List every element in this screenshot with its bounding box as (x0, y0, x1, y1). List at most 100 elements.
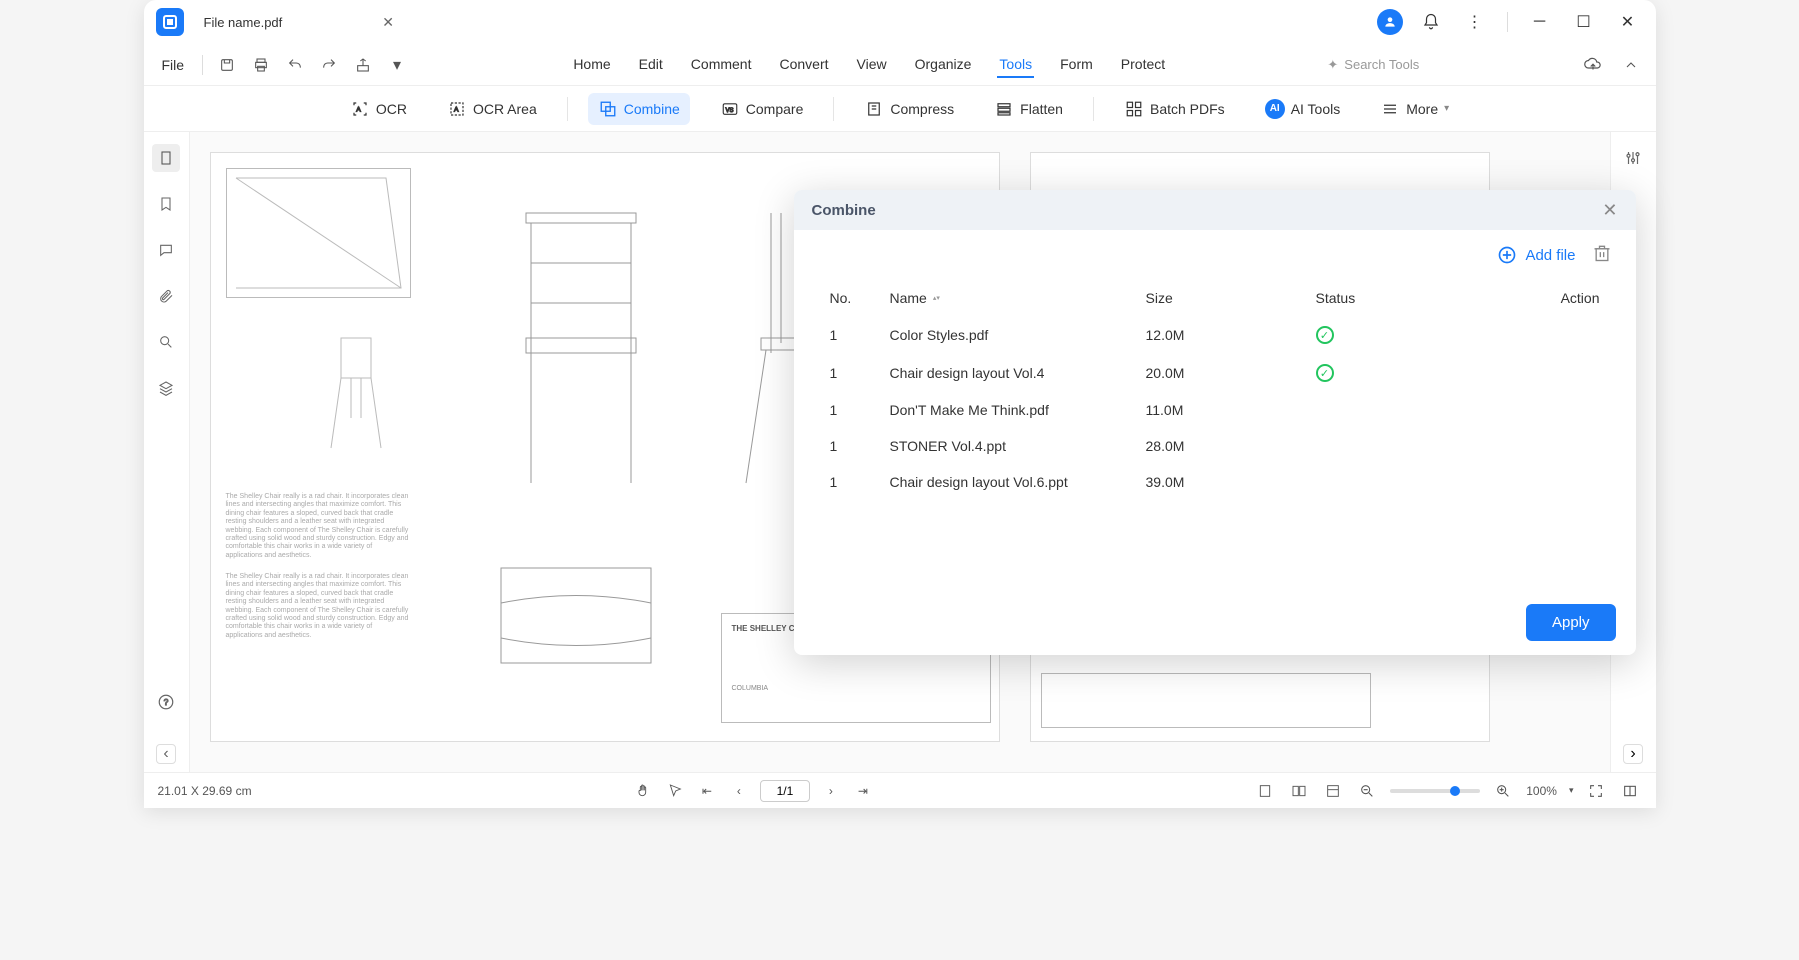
collapse-right-icon[interactable]: › (1623, 744, 1643, 764)
tab-convert[interactable]: Convert (777, 52, 830, 78)
fullscreen-icon[interactable] (1585, 780, 1607, 802)
fit-page-icon[interactable] (1288, 780, 1310, 802)
ocr-button[interactable]: A OCR (340, 93, 417, 125)
tab-form[interactable]: Form (1058, 52, 1095, 78)
zoom-out-icon[interactable] (1356, 780, 1378, 802)
redo-icon[interactable] (315, 51, 343, 79)
tab-comment[interactable]: Comment (689, 52, 754, 78)
print-icon[interactable] (247, 51, 275, 79)
minimize-icon[interactable]: ─ (1524, 6, 1556, 38)
toolbar: A OCR A OCR Area Combine VS Compare Comp… (144, 86, 1656, 132)
batch-pdfs-button[interactable]: Batch PDFs (1114, 93, 1235, 125)
row-size: 20.0M (1146, 365, 1316, 381)
tab-filename: File name.pdf (204, 15, 283, 30)
tab-tools[interactable]: Tools (997, 52, 1034, 78)
status-ok-icon: ✓ (1316, 364, 1334, 382)
row-no: 1 (830, 474, 890, 490)
zoom-dropdown-icon[interactable]: ▾ (1569, 785, 1574, 796)
tab-view[interactable]: View (855, 52, 889, 78)
undo-icon[interactable] (281, 51, 309, 79)
row-status: ✓ (1316, 364, 1546, 382)
compare-button[interactable]: VS Compare (710, 93, 814, 125)
search-icon[interactable] (152, 328, 180, 356)
clear-all-icon[interactable] (1592, 243, 1612, 268)
combine-button[interactable]: Combine (588, 93, 690, 125)
help-icon[interactable]: ? (152, 688, 180, 716)
last-page-icon[interactable]: ⇥ (852, 780, 874, 802)
th-status: Status (1316, 290, 1546, 306)
flatten-icon (994, 99, 1014, 119)
divider (202, 55, 203, 75)
table-row[interactable]: 1Don'T Make Me Think.pdf11.0M (830, 392, 1600, 428)
kebab-menu-icon[interactable]: ⋮ (1459, 6, 1491, 38)
dropdown-icon[interactable]: ▾ (383, 51, 411, 79)
first-page-icon[interactable]: ⇤ (696, 780, 718, 802)
view-mode-icon[interactable] (1322, 780, 1344, 802)
table-row[interactable]: 1Color Styles.pdf12.0M✓ (830, 316, 1600, 354)
save-icon[interactable] (213, 51, 241, 79)
hand-tool-icon[interactable] (632, 780, 654, 802)
tab-protect[interactable]: Protect (1119, 52, 1167, 78)
file-menu[interactable]: File (154, 53, 193, 77)
zoom-level: 100% (1526, 784, 1557, 798)
share-icon[interactable] (349, 51, 377, 79)
ocr-area-button[interactable]: A OCR Area (437, 93, 547, 125)
page-number-input[interactable] (760, 780, 810, 802)
ai-tools-button[interactable]: AI AI Tools (1255, 93, 1351, 125)
combine-panel-footer: Apply (794, 590, 1636, 655)
bookmarks-icon[interactable] (152, 190, 180, 218)
maximize-icon[interactable]: ☐ (1568, 6, 1600, 38)
compare-label: Compare (746, 101, 804, 117)
collapse-left-icon[interactable]: ‹ (156, 744, 176, 764)
close-window-icon[interactable]: ✕ (1612, 6, 1644, 38)
attachments-icon[interactable] (152, 282, 180, 310)
search-tools[interactable]: ✦ Search Tools (1327, 57, 1419, 73)
row-no: 1 (830, 438, 890, 454)
table-row[interactable]: 1Chair design layout Vol.6.ppt39.0M (830, 464, 1600, 500)
row-no: 1 (830, 402, 890, 418)
table-row[interactable]: 1Chair design layout Vol.420.0M✓ (830, 354, 1600, 392)
more-button[interactable]: More ▾ (1370, 93, 1459, 125)
combine-panel: Combine ✕ Add file No. Name▴▾ Size Statu… (794, 190, 1636, 655)
zoom-slider[interactable] (1390, 789, 1480, 793)
bell-icon[interactable] (1415, 6, 1447, 38)
left-sidebar: ? ‹ (144, 132, 190, 772)
close-panel-icon[interactable]: ✕ (1602, 200, 1617, 221)
table-header: No. Name▴▾ Size Status Action (830, 280, 1600, 316)
title-block-2 (1041, 673, 1371, 728)
fit-width-icon[interactable] (1254, 780, 1276, 802)
chevron-down-icon: ▾ (1444, 103, 1449, 114)
ocr-area-icon: A (447, 99, 467, 119)
compare-icon: VS (720, 99, 740, 119)
tab-edit[interactable]: Edit (637, 52, 665, 78)
flatten-button[interactable]: Flatten (984, 93, 1073, 125)
reading-mode-icon[interactable] (1619, 780, 1641, 802)
layers-icon[interactable] (152, 374, 180, 402)
document-tab[interactable]: File name.pdf ✕ (192, 6, 407, 39)
add-file-button[interactable]: Add file (1497, 245, 1575, 265)
tab-home[interactable]: Home (571, 52, 612, 78)
thumbnails-icon[interactable] (152, 144, 180, 172)
divider (833, 97, 834, 121)
th-name[interactable]: Name▴▾ (890, 290, 1146, 306)
row-name: Chair design layout Vol.6.ppt (890, 474, 1146, 490)
row-size: 11.0M (1146, 402, 1316, 418)
apply-button[interactable]: Apply (1526, 604, 1616, 641)
compress-icon (864, 99, 884, 119)
zoom-in-icon[interactable] (1492, 780, 1514, 802)
combine-file-table: No. Name▴▾ Size Status Action 1Color Sty… (794, 280, 1636, 500)
collapse-ribbon-icon[interactable] (1617, 51, 1645, 79)
cloud-upload-icon[interactable] (1579, 51, 1607, 79)
prev-page-icon[interactable]: ‹ (728, 780, 750, 802)
settings-sliders-icon[interactable] (1619, 144, 1647, 172)
th-action: Action (1546, 290, 1600, 306)
compress-button[interactable]: Compress (854, 93, 964, 125)
app-logo-icon (156, 8, 184, 36)
table-row[interactable]: 1STONER Vol.4.ppt28.0M (830, 428, 1600, 464)
close-tab-icon[interactable]: ✕ (382, 14, 394, 31)
select-tool-icon[interactable] (664, 780, 686, 802)
user-avatar-icon[interactable] (1377, 9, 1403, 35)
next-page-icon[interactable]: › (820, 780, 842, 802)
comments-icon[interactable] (152, 236, 180, 264)
tab-organize[interactable]: Organize (913, 52, 974, 78)
